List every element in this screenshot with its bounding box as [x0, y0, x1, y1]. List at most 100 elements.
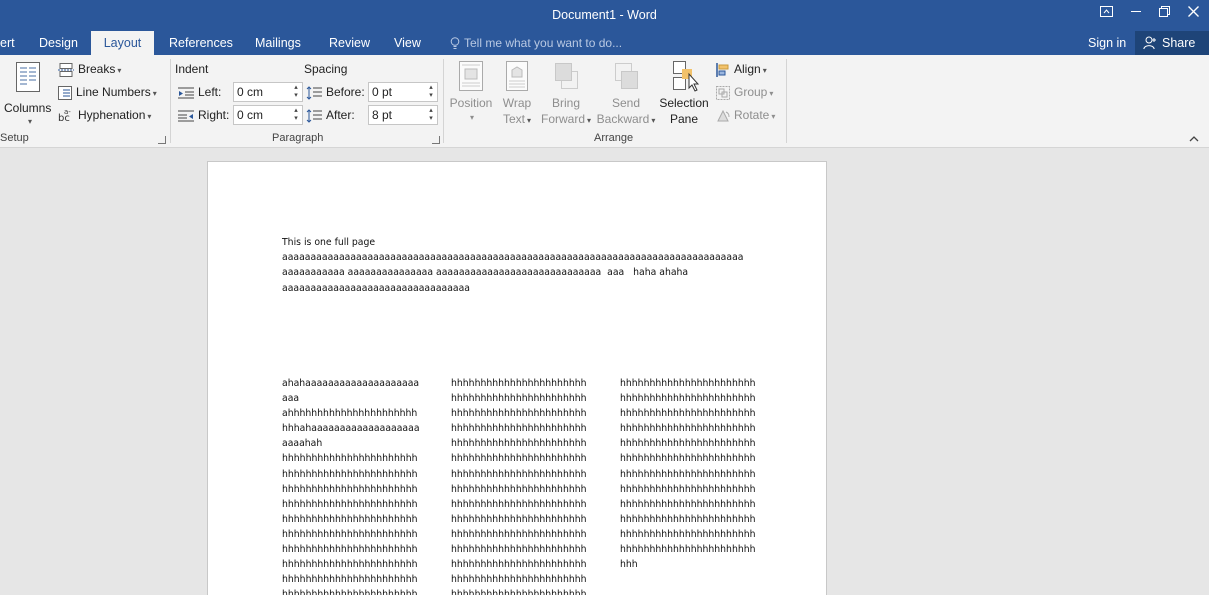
align-button[interactable]: Align ▾ — [716, 62, 767, 77]
minimize-icon[interactable] — [1121, 0, 1150, 22]
column-line: hhh — [620, 559, 638, 571]
indent-left-icon — [178, 87, 194, 99]
group-label: Group — [734, 85, 768, 99]
bring-forward-button[interactable]: Bring Forward ▾ — [538, 61, 594, 131]
column-line: hhhhhhhhhhhhhhhhhhhhhhh — [620, 393, 756, 405]
collapse-ribbon-icon[interactable] — [1189, 135, 1199, 142]
chevron-down-icon: ▾ — [651, 116, 656, 125]
column-line: hhhhhhhhhhhhhhhhhhhhhhh — [282, 559, 418, 571]
line-numbers-button[interactable]: Line Numbers ▾ — [58, 85, 157, 100]
breaks-icon — [58, 62, 74, 77]
tab-insert[interactable]: ert — [0, 31, 15, 55]
chevron-down-icon: ▾ — [587, 116, 592, 125]
chevron-down-icon: ▾ — [117, 66, 122, 75]
wrap-text-label-2: Text ▾ — [498, 112, 536, 126]
spacing-after-field[interactable]: 8 pt ▴ ▾ — [368, 105, 438, 125]
tab-layout[interactable]: Layout — [91, 31, 154, 55]
sign-in-link[interactable]: Sign in — [1088, 31, 1126, 55]
tab-design[interactable]: Design — [39, 31, 78, 55]
spinner-icon[interactable]: ▴ ▾ — [292, 107, 300, 123]
tab-view[interactable]: View — [394, 31, 421, 55]
send-backward-label-1: Send — [611, 96, 641, 110]
indent-right-field[interactable]: 0 cm ▴ ▾ — [233, 105, 303, 125]
indent-right-label: Right: — [198, 108, 230, 122]
tab-review[interactable]: Review — [329, 31, 370, 55]
group-divider — [170, 59, 171, 143]
ribbon: Columns ▾ Breaks ▾ Line Numbers ▾ bc a- Hyph… — [0, 55, 1209, 148]
spinner-icon[interactable]: ▴ ▾ — [427, 84, 435, 100]
document-area[interactable]: This is one full page aaaaaaaaaaaaaaaaaa… — [0, 148, 1209, 595]
column-line: hhhhhhhhhhhhhhhhhhhhhhh — [282, 574, 418, 586]
position-button[interactable]: Position ▾ — [448, 61, 494, 131]
indent-right-label-wrap: Right: — [178, 108, 229, 122]
tell-me-placeholder: Tell me what you want to do... — [464, 36, 623, 50]
breaks-label: Breaks — [78, 62, 116, 76]
ribbon-display-options-icon[interactable] — [1092, 0, 1121, 22]
group-button[interactable]: Group ▾ — [716, 85, 773, 100]
close-icon[interactable] — [1179, 0, 1208, 22]
text-column-2: hhhhhhhhhhhhhhhhhhhhhhh hhhhhhhhhhhhhhhh… — [451, 378, 587, 595]
align-label: Align — [734, 62, 761, 76]
line-numbers-label: Line Numbers — [76, 85, 151, 99]
spinner-icon[interactable]: ▴ ▾ — [427, 107, 435, 123]
send-backward-label-2: Backward ▾ — [594, 112, 658, 126]
spacing-after-label-wrap: After: — [306, 108, 355, 123]
column-line: hhhhhhhhhhhhhhhhhhhhhhh — [451, 423, 587, 435]
column-line: hhhhhhhhhhhhhhhhhhhhhhh — [282, 453, 418, 465]
selection-pane-label-1: Selection — [659, 96, 709, 110]
text-column-3: hhhhhhhhhhhhhhhhhhhhhhh hhhhhhhhhhhhhhhh… — [620, 378, 756, 574]
column-line: hhhhhhhhhhhhhhhhhhhhhhh — [451, 438, 587, 450]
tell-me-box[interactable]: Tell me what you want to do... — [450, 31, 622, 55]
indent-left-field[interactable]: 0 cm ▴ ▾ — [233, 82, 303, 102]
person-icon — [1143, 36, 1156, 50]
column-line: hhhhhhhhhhhhhhhhhhhhhhh — [282, 498, 418, 510]
column-line: hhhhhhhhhhhhhhhhhhhhhhh — [451, 589, 587, 595]
indent-header: Indent — [175, 62, 209, 76]
chevron-down-icon: ▾ — [147, 112, 152, 121]
arrange-group-label: Arrange — [594, 132, 634, 144]
page-setup-group-label: Setup — [0, 132, 29, 144]
share-button[interactable]: Share — [1135, 31, 1209, 55]
document-page[interactable]: This is one full page aaaaaaaaaaaaaaaaaa… — [207, 161, 827, 595]
column-line: hhhhhhhhhhhhhhhhhhhhhhh — [620, 423, 756, 435]
rotate-button[interactable]: Rotate ▾ — [716, 108, 775, 123]
indent-right-value: 0 cm — [237, 108, 264, 122]
chevron-down-icon: ▾ — [28, 117, 33, 126]
position-icon — [459, 61, 483, 91]
hyphenation-icon: bca- — [58, 109, 71, 123]
tab-references[interactable]: References — [169, 31, 233, 55]
column-line: hhhhhhhhhhhhhhhhhhhhhhh — [451, 453, 587, 465]
svg-text:a-: a- — [64, 109, 71, 116]
column-line: hhhhhhhhhhhhhhhhhhhhhhh — [620, 513, 756, 525]
spacing-before-icon — [306, 86, 322, 100]
group-divider — [443, 59, 444, 143]
page-setup-launcher-icon[interactable] — [158, 136, 166, 144]
columns-button[interactable]: Columns ▾ — [4, 59, 54, 127]
column-line: hhhhhhhhhhhhhhhhhhhhhhh — [451, 468, 587, 480]
wrap-text-label-2-text: Text — [502, 112, 525, 126]
spacing-after-label: After: — [326, 108, 355, 122]
chevron-down-icon: ▾ — [771, 112, 776, 121]
align-icon — [716, 62, 729, 77]
column-line: hhhhhhhhhhhhhhhhhhhhhhh — [620, 498, 756, 510]
paragraph-launcher-icon[interactable] — [432, 136, 440, 144]
spacing-before-field[interactable]: 0 pt ▴ ▾ — [368, 82, 438, 102]
wrap-text-button[interactable]: Wrap Text ▾ — [498, 61, 536, 131]
restore-icon[interactable] — [1150, 0, 1179, 22]
selection-pane-label-2: Pane — [669, 112, 699, 126]
send-backward-icon — [615, 63, 638, 89]
tab-mailings[interactable]: Mailings — [255, 31, 301, 55]
doc-line-1: This is one full page — [282, 237, 376, 248]
send-backward-button[interactable]: Send Backward ▾ — [594, 61, 658, 131]
spacing-after-icon — [306, 109, 322, 123]
lightbulb-icon — [450, 36, 460, 49]
indent-left-label: Left: — [198, 85, 222, 99]
spinner-icon[interactable]: ▴ ▾ — [292, 84, 300, 100]
selection-pane-button[interactable]: Selection Pane — [656, 61, 712, 131]
share-label: Share — [1162, 36, 1196, 50]
breaks-button[interactable]: Breaks ▾ — [58, 62, 121, 77]
hyphenation-button[interactable]: bc a- Hyphenation ▾ — [58, 108, 151, 123]
column-line: hhhhhhhhhhhhhhhhhhhhhhh — [620, 438, 756, 450]
line-numbers-icon — [58, 85, 72, 100]
position-label: Position — [449, 96, 493, 110]
